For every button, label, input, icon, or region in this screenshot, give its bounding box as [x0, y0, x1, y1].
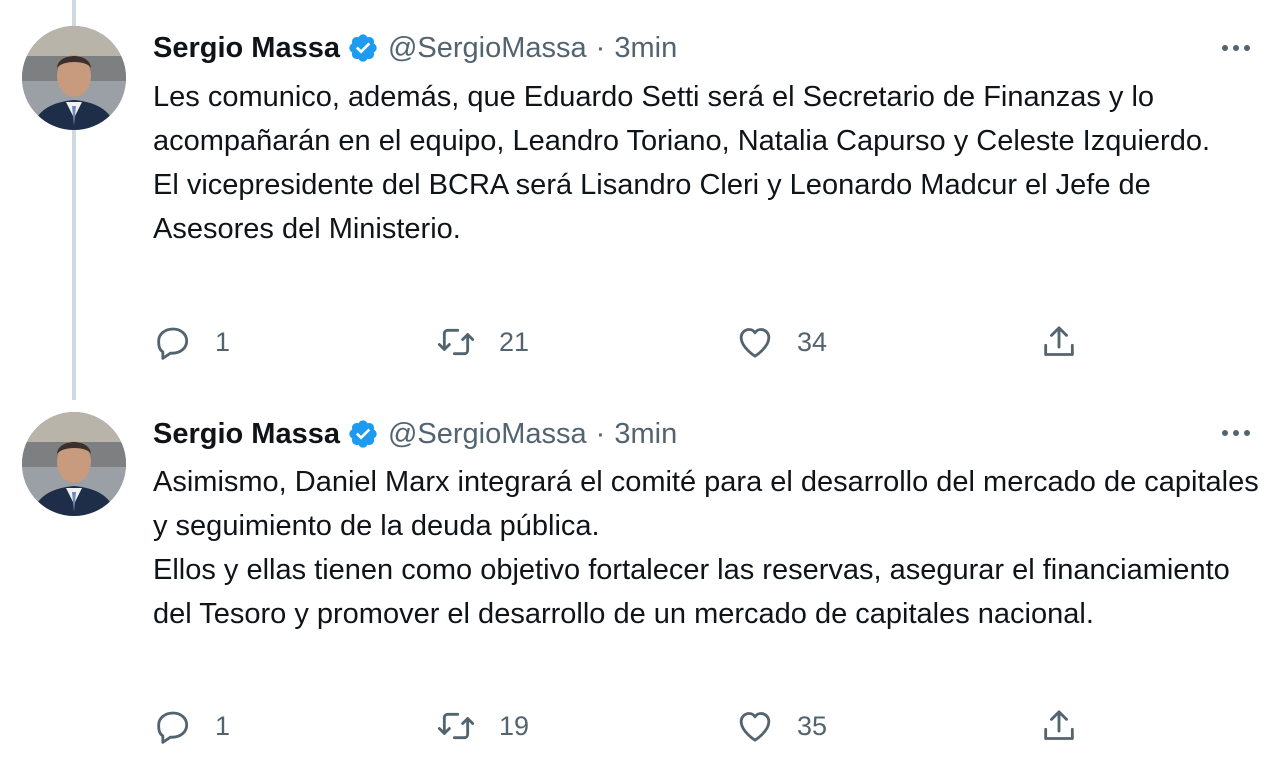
retweet-count: 19 — [499, 710, 530, 741]
separator-dot: · — [595, 31, 606, 64]
reply-button[interactable]: 1 — [153, 704, 230, 748]
more-options-icon[interactable] — [1216, 418, 1256, 448]
tweet[interactable]: Sergio Massa @SergioMassa · 3min Les com… — [0, 0, 1280, 400]
like-button[interactable]: 34 — [735, 320, 827, 364]
retweet-icon — [437, 712, 475, 740]
reply-count: 1 — [215, 710, 231, 741]
share-button[interactable] — [1039, 704, 1079, 748]
reply-button[interactable]: 1 — [153, 320, 230, 364]
share-icon — [1044, 710, 1074, 740]
heart-icon — [739, 328, 771, 358]
author-handle[interactable]: @SergioMassa — [388, 32, 587, 65]
avatar[interactable] — [22, 26, 126, 130]
author-name[interactable]: Sergio Massa — [153, 32, 340, 65]
like-button[interactable]: 35 — [735, 704, 827, 748]
tweet-thread: Sergio Massa @SergioMassa · 3min Les com… — [0, 0, 1280, 762]
separator-dot: · — [595, 417, 606, 450]
retweet-button[interactable]: 21 — [435, 320, 529, 364]
verified-badge-icon — [347, 418, 379, 450]
share-button[interactable] — [1039, 320, 1079, 364]
share-icon — [1044, 326, 1074, 356]
reply-count: 1 — [215, 326, 231, 357]
tweet-text-paragraph: El vicepresidente del BCRA será Lisandro… — [153, 169, 1151, 245]
verified-badge-icon — [347, 32, 379, 64]
tweet-text: Les comunico, además, que Eduardo Setti … — [153, 75, 1263, 251]
tweet-header: Sergio Massa @SergioMassa · 3min — [153, 28, 677, 68]
avatar[interactable] — [22, 412, 126, 516]
retweet-count: 21 — [499, 326, 530, 357]
tweet-header: Sergio Massa @SergioMassa · 3min — [153, 414, 677, 454]
like-count: 34 — [797, 326, 828, 357]
like-count: 35 — [797, 710, 828, 741]
author-name[interactable]: Sergio Massa — [153, 418, 340, 451]
tweet-text-paragraph: Les comunico, además, que Eduardo Setti … — [153, 81, 1211, 157]
author-handle[interactable]: @SergioMassa — [388, 418, 587, 451]
timestamp[interactable]: 3min — [614, 32, 677, 65]
tweet[interactable]: Sergio Massa @SergioMassa · 3min Asimism… — [0, 392, 1280, 762]
tweet-text-paragraph: Ellos y ellas tienen como objetivo forta… — [153, 554, 1230, 630]
timestamp[interactable]: 3min — [614, 418, 677, 451]
profile-photo-icon — [22, 26, 126, 130]
tweet-text: Asimismo, Daniel Marx integrará el comit… — [153, 460, 1263, 636]
reply-icon — [157, 327, 189, 360]
tweet-actions: 1 21 34 — [153, 320, 1253, 364]
heart-icon — [739, 712, 771, 742]
more-options-icon[interactable] — [1216, 33, 1256, 63]
reply-icon — [157, 711, 189, 744]
profile-photo-icon — [22, 412, 126, 516]
retweet-button[interactable]: 19 — [435, 704, 529, 748]
tweet-actions: 1 19 35 — [153, 704, 1253, 748]
retweet-icon — [437, 328, 475, 356]
tweet-text-paragraph: Asimismo, Daniel Marx integrará el comit… — [153, 466, 1259, 542]
